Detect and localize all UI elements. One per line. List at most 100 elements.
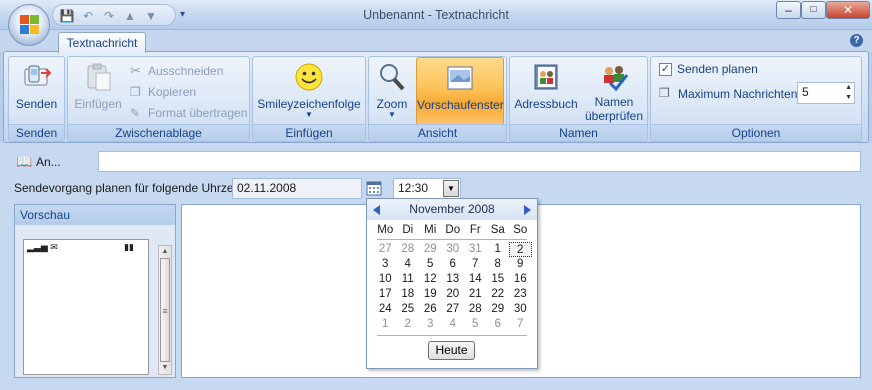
next-month-icon[interactable]: [524, 205, 531, 215]
today-button[interactable]: Heute: [428, 341, 475, 360]
calendar-day[interactable]: 5: [464, 317, 487, 332]
minimize-button[interactable]: –: [776, 1, 801, 19]
calendar-icon[interactable]: [366, 180, 382, 196]
preview-pane-button[interactable]: Vorschaufenster: [416, 57, 504, 125]
calendar-day[interactable]: 30: [442, 242, 465, 257]
calendar-day[interactable]: 17: [374, 287, 397, 302]
calendar-day[interactable]: 9: [509, 257, 532, 272]
format-painter-icon: ✎: [130, 106, 141, 120]
weekday-label: Fr: [469, 224, 481, 236]
max-messages-spinner[interactable]: 5 ▲ ▼: [797, 82, 855, 104]
calendar-day[interactable]: 26: [419, 302, 442, 317]
calendar-day[interactable]: 31: [464, 242, 487, 257]
calendar-separator: [377, 335, 527, 336]
paste-button[interactable]: Einfügen: [70, 59, 126, 123]
spin-down-icon[interactable]: ▼: [845, 93, 852, 103]
calendar-day[interactable]: 29: [487, 302, 510, 317]
calendar-day[interactable]: 11: [397, 272, 420, 287]
calendar-week: 27 28 29 30 31 1 2: [374, 242, 532, 257]
copy-button[interactable]: ❐ Kopieren: [128, 82, 248, 102]
save-icon[interactable]: 💾: [58, 7, 76, 25]
calendar-day[interactable]: 1: [487, 242, 510, 257]
calendar-day[interactable]: 27: [442, 302, 465, 317]
addressbook-button[interactable]: Adressbuch: [512, 59, 580, 123]
calendar-day[interactable]: 24: [374, 302, 397, 317]
redo-icon[interactable]: ↷: [100, 7, 118, 25]
customize-qat-icon[interactable]: ▾: [180, 8, 190, 22]
maximize-button[interactable]: □: [801, 1, 826, 19]
calendar-day[interactable]: 12: [419, 272, 442, 287]
calendar-day[interactable]: 18: [397, 287, 420, 302]
preview-scrollbar[interactable]: ▲ ≡ ▼: [158, 245, 172, 375]
calendar-day[interactable]: 19: [419, 287, 442, 302]
spin-up-icon[interactable]: ▲: [845, 83, 852, 93]
next-item-icon[interactable]: ▼: [142, 7, 160, 25]
paste-icon: [82, 61, 114, 93]
calendar-day[interactable]: 7: [464, 257, 487, 272]
calendar-day[interactable]: 10: [374, 272, 397, 287]
calendar-day[interactable]: 16: [509, 272, 532, 287]
calendar-day[interactable]: 4: [442, 317, 465, 332]
scroll-down-icon[interactable]: ▼: [159, 362, 171, 374]
group-namen-label: Namen: [510, 124, 647, 141]
calendar-day[interactable]: 1: [374, 317, 397, 332]
chevron-down-icon[interactable]: ▼: [443, 180, 459, 197]
calendar-day[interactable]: 23: [509, 287, 532, 302]
calendar-week: 3 4 5 6 7 8 9: [374, 257, 532, 272]
calendar-day[interactable]: 3: [419, 317, 442, 332]
calendar-day[interactable]: 3: [374, 257, 397, 272]
tab-textnachricht[interactable]: Textnachricht: [58, 32, 146, 53]
schedule-send-checkbox[interactable]: ✓: [659, 63, 672, 76]
weekday-label: Do: [445, 224, 461, 236]
group-ansicht: Zoom ▼ Vorschaufenster Ansicht: [368, 56, 507, 142]
calendar-day[interactable]: 22: [487, 287, 510, 302]
calendar-week: 17 18 19 20 21 22 23: [374, 287, 532, 302]
smiley-icon: [293, 61, 325, 93]
date-field[interactable]: 02.11.2008: [232, 178, 362, 199]
format-painter-button[interactable]: ✎ Format übertragen: [128, 103, 250, 123]
calendar-day[interactable]: 14: [464, 272, 487, 287]
calendar-day[interactable]: 30: [509, 302, 532, 317]
calendar-day-selected[interactable]: 2: [509, 242, 532, 257]
undo-icon[interactable]: ↶: [79, 7, 97, 25]
calendar-day[interactable]: 4: [397, 257, 420, 272]
scroll-up-icon[interactable]: ▲: [159, 246, 171, 258]
calendar-day[interactable]: 21: [464, 287, 487, 302]
time-combobox[interactable]: 12:30 ▼: [393, 178, 461, 199]
preview-panel: Vorschau ▂▃▅ ✉ ▮▮ ▲ ≡ ▼: [14, 204, 176, 378]
smiley-button[interactable]: Smileyzeichenfolge ▼: [255, 59, 363, 123]
help-icon[interactable]: ?: [850, 34, 863, 47]
scroll-thumb[interactable]: ≡: [160, 258, 170, 362]
close-button[interactable]: ✕: [826, 1, 870, 19]
calendar-day[interactable]: 6: [442, 257, 465, 272]
group-namen: Adressbuch Namen überprüfen Namen: [509, 56, 648, 142]
calendar-day[interactable]: 29: [419, 242, 442, 257]
calendar-day[interactable]: 28: [464, 302, 487, 317]
calendar-day[interactable]: 8: [487, 257, 510, 272]
office-button[interactable]: [8, 4, 50, 46]
calendar-day[interactable]: 2: [397, 317, 420, 332]
chevron-down-icon: ▼: [388, 110, 396, 119]
chevron-down-icon: ▼: [305, 110, 313, 119]
check-names-button[interactable]: Namen überprüfen: [582, 59, 646, 123]
zoom-button[interactable]: Zoom ▼: [371, 59, 413, 123]
calendar-day[interactable]: 20: [442, 287, 465, 302]
prev-month-icon[interactable]: [373, 205, 380, 215]
calendar-day[interactable]: 15: [487, 272, 510, 287]
weekday-label: Di: [402, 224, 414, 236]
to-field[interactable]: [98, 151, 861, 172]
calendar-month-title: November 2008: [367, 199, 537, 220]
cut-button[interactable]: ✂ Ausschneiden: [128, 61, 248, 81]
calendar-day[interactable]: 7: [509, 317, 532, 332]
calendar-day[interactable]: 6: [487, 317, 510, 332]
send-icon: [21, 61, 53, 93]
addressbook-icon: [530, 61, 562, 93]
calendar-day[interactable]: 25: [397, 302, 420, 317]
send-button[interactable]: Senden: [9, 59, 64, 123]
previous-item-icon[interactable]: ▲: [121, 7, 139, 25]
calendar-day[interactable]: 28: [397, 242, 420, 257]
calendar-day[interactable]: 5: [419, 257, 442, 272]
calendar-day[interactable]: 13: [442, 272, 465, 287]
to-button[interactable]: 📖 An...: [14, 152, 84, 172]
calendar-day[interactable]: 27: [374, 242, 397, 257]
